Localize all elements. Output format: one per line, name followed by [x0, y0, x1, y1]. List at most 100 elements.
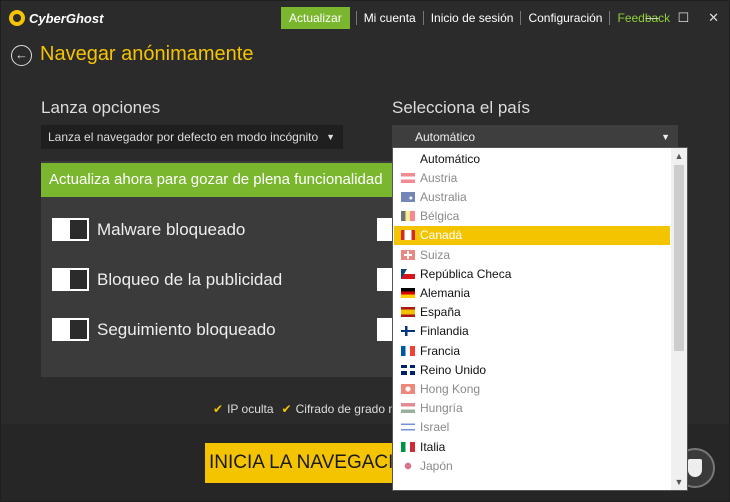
- country-option[interactable]: Italia: [394, 437, 670, 456]
- country-option[interactable]: República Checa: [394, 264, 670, 283]
- nav-divider: [422, 11, 424, 25]
- country-select[interactable]: Automático ▼: [392, 125, 678, 149]
- ghost-logo-icon: [9, 10, 25, 26]
- titlebar: CyberGhost Actualizar Mi cuenta Inicio d…: [1, 1, 729, 35]
- country-option-label: Suiza: [420, 247, 451, 262]
- country-option[interactable]: España: [394, 303, 670, 322]
- country-option-label: Canadá: [420, 228, 463, 243]
- close-icon[interactable]: ✕: [708, 10, 719, 26]
- none-flag-icon: [401, 154, 415, 164]
- spain-flag-icon: [401, 307, 415, 318]
- switzerland-flag-icon: [401, 249, 415, 260]
- chevron-down-icon: ▼: [661, 132, 670, 142]
- toggle-row-ads: Bloqueo de la publicidad: [52, 268, 282, 291]
- country-option[interactable]: Finlandia: [394, 322, 670, 341]
- country-select-value: Automático: [415, 130, 476, 144]
- country-option[interactable]: Francia: [394, 341, 670, 360]
- logo-text: CyberGhost: [29, 10, 104, 26]
- upgrade-banner[interactable]: Actualiza ahora para gozar de plena func…: [41, 163, 393, 197]
- finland-flag-icon: [401, 326, 415, 337]
- country-option-label: República Checa: [420, 266, 512, 281]
- page-title: Navegar anónimamente: [40, 43, 254, 65]
- login-link[interactable]: Inicio de sesión: [430, 11, 515, 25]
- scroll-thumb[interactable]: [674, 165, 684, 351]
- country-option-label: Francia: [420, 343, 461, 358]
- top-nav: Actualizar Mi cuenta Inicio de sesión Co…: [281, 7, 671, 29]
- country-option-label: Israel: [420, 420, 450, 435]
- country-option-label: Alemania: [420, 285, 471, 300]
- window-controls: — ☐ ✕: [645, 10, 719, 26]
- country-option[interactable]: Japón: [394, 456, 670, 475]
- malware-toggle[interactable]: [52, 218, 89, 241]
- toggle-row-tracking: Seguimiento bloqueado: [52, 318, 276, 341]
- france-flag-icon: [401, 345, 415, 356]
- feature-ip-text: IP oculta: [227, 402, 274, 416]
- country-dropdown-list[interactable]: Japón Italia Israel Hungría Hong Kong Reino U…: [392, 147, 688, 491]
- settings-link[interactable]: Configuración: [527, 11, 603, 25]
- austria-flag-icon: [401, 172, 415, 183]
- czech-flag-icon: [401, 268, 415, 279]
- maximize-icon[interactable]: ☐: [677, 10, 689, 26]
- ads-label: Bloqueo de la publicidad: [97, 269, 283, 289]
- chevron-down-icon: ▼: [326, 132, 335, 142]
- country-option-label: Austria: [420, 170, 458, 185]
- country-option[interactable]: Hong Kong: [394, 379, 670, 398]
- dropdown-scrollbar[interactable]: ▲ ▼: [671, 148, 687, 490]
- country-option[interactable]: Suiza: [394, 245, 670, 264]
- feature-ip: ✔ IP oculta: [213, 402, 274, 416]
- country-option[interactable]: Austria: [394, 168, 670, 187]
- my-account-link[interactable]: Mi cuenta: [363, 11, 417, 25]
- uk-flag-icon: [401, 364, 415, 375]
- australia-flag-icon: [401, 191, 415, 202]
- feature-encryption: ✔ Cifrado de grado mi: [282, 402, 401, 416]
- israel-flag-icon: [401, 422, 415, 433]
- update-button[interactable]: Actualizar: [281, 7, 350, 29]
- country-option[interactable]: Bélgica: [394, 207, 670, 226]
- country-option-label: Australia: [420, 189, 467, 204]
- country-option-label: Hungría: [420, 401, 463, 416]
- country-option-label: Italia: [420, 439, 446, 454]
- country-option[interactable]: Alemania: [394, 283, 670, 302]
- launch-options-label: Lanza opciones: [41, 98, 161, 117]
- country-option-label: Reino Unido: [420, 362, 487, 377]
- country-option[interactable]: Automático: [394, 149, 670, 168]
- nav-divider: [609, 11, 611, 25]
- canada-flag-icon: [401, 230, 415, 241]
- cyberghost-logo: CyberGhost: [9, 10, 103, 26]
- hungary-flag-icon: [401, 403, 415, 414]
- country-option-label: Hong Kong: [420, 381, 481, 396]
- country-option-label: Bélgica: [420, 209, 460, 224]
- country-option[interactable]: Australia: [394, 187, 670, 206]
- italy-flag-icon: [401, 441, 415, 452]
- belgium-flag-icon: [401, 211, 415, 222]
- country-option-label: Automático: [420, 151, 481, 166]
- country-option[interactable]: Reino Unido: [394, 360, 670, 379]
- app-window: CyberGhost Actualizar Mi cuenta Inicio d…: [0, 0, 730, 502]
- country-option[interactable]: Canadá: [394, 225, 670, 245]
- tracking-label: Seguimiento bloqueado: [97, 319, 276, 339]
- scroll-up-icon[interactable]: ▲: [671, 148, 687, 164]
- tracking-toggle[interactable]: [52, 318, 89, 341]
- toggle-row-malware: Malware bloqueado: [52, 218, 245, 241]
- country-option-label: Finlandia: [420, 324, 469, 339]
- minimize-icon[interactable]: —: [645, 10, 658, 26]
- malware-label: Malware bloqueado: [97, 219, 246, 239]
- country-label: Selecciona el país: [392, 98, 530, 117]
- check-icon: ✔: [281, 402, 292, 416]
- country-option-label: Japón: [420, 458, 453, 473]
- ads-toggle[interactable]: [52, 268, 89, 291]
- launch-options-value: Lanza el navegador por defecto en modo i…: [48, 130, 319, 144]
- check-icon: ✔: [213, 402, 224, 416]
- country-option[interactable]: Israel: [394, 418, 670, 437]
- nav-divider: [520, 11, 522, 25]
- germany-flag-icon: [401, 287, 415, 298]
- country-option-label: España: [420, 305, 461, 320]
- nav-divider: [355, 11, 357, 25]
- back-arrow-icon[interactable]: ←: [11, 45, 32, 66]
- scroll-down-icon[interactable]: ▼: [671, 474, 687, 490]
- feature-encryption-text: Cifrado de grado mi: [295, 402, 401, 416]
- launch-options-select[interactable]: Lanza el navegador por defecto en modo i…: [41, 125, 343, 149]
- hongkong-flag-icon: [401, 383, 415, 394]
- country-option[interactable]: Hungría: [394, 399, 670, 418]
- japan-flag-icon: [401, 460, 415, 471]
